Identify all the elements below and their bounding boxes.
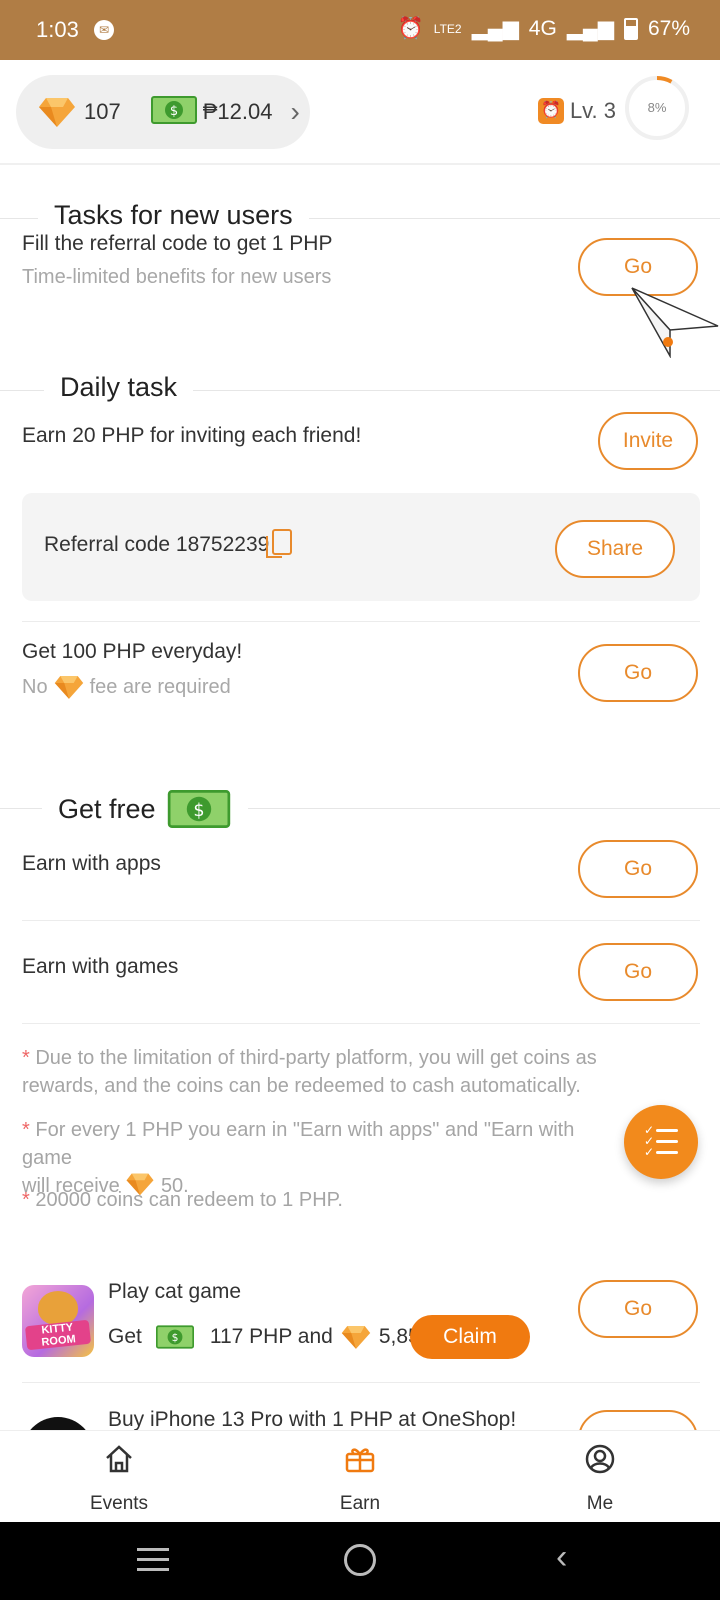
level-badge[interactable]: ⏰ Lv. 3 bbox=[537, 98, 616, 124]
level-progress-ring[interactable]: 8% bbox=[624, 75, 690, 141]
recent-apps-icon[interactable] bbox=[137, 1548, 169, 1578]
home-button-icon[interactable] bbox=[344, 1544, 376, 1576]
nav-events-label: Events bbox=[89, 1493, 149, 1514]
gem-count: 107 bbox=[84, 99, 121, 124]
section-title-new-users: Tasks for new users bbox=[38, 200, 309, 231]
wallet-button[interactable]: 107 $ ₱12.04 › bbox=[16, 75, 310, 149]
checklist-lines bbox=[646, 1129, 678, 1157]
cash-icon: $ bbox=[167, 790, 230, 828]
svg-text:$: $ bbox=[170, 104, 178, 119]
task-list-fab[interactable]: ✓ ✓ ✓ bbox=[624, 1105, 698, 1179]
note-3-text: 20000 coins can redeem to 1 PHP. bbox=[35, 1189, 343, 1211]
earn-apps-go-button[interactable]: Go bbox=[578, 840, 698, 898]
nav-events[interactable]: Events bbox=[29, 1431, 209, 1523]
section-title-free: Get free $ bbox=[42, 790, 248, 828]
note-1-text: Due to the limitation of third-party pla… bbox=[22, 1047, 597, 1097]
everyday-subtitle: No fee are required bbox=[22, 674, 231, 700]
profile-icon bbox=[585, 1444, 615, 1474]
cat-game-php: 117 PHP and bbox=[209, 1325, 333, 1348]
status-bar: 1:03 ✉ ⏰ LTE2 ▂▄▆ 4G ▂▄▆ 67% bbox=[0, 0, 720, 60]
bottom-nav: Events Earn Me bbox=[0, 1430, 720, 1522]
svg-text:$: $ bbox=[171, 1331, 178, 1344]
level-label: Lv. 3 bbox=[569, 98, 616, 123]
home-icon bbox=[106, 1445, 132, 1473]
gem-icon bbox=[54, 675, 83, 699]
cat-game-reward: Get $ 117 PHP and 5,850 bbox=[108, 1324, 431, 1350]
cat-game-app-icon[interactable]: KITTY ROOM bbox=[22, 1285, 94, 1357]
chevron-right-icon: › bbox=[290, 96, 300, 127]
everyday-title: Get 100 PHP everyday! bbox=[22, 640, 243, 663]
back-icon[interactable]: ‹ bbox=[556, 1538, 567, 1577]
nav-earn-label: Earn bbox=[339, 1493, 381, 1514]
nav-earn[interactable]: Earn bbox=[270, 1431, 450, 1523]
gem-icon bbox=[38, 96, 76, 128]
earn-games-go-button[interactable]: Go bbox=[578, 943, 698, 1001]
everyday-sub-pre: No bbox=[22, 675, 48, 698]
note-star: * bbox=[22, 1119, 30, 1141]
cash-amount: ₱12.04 bbox=[202, 99, 273, 124]
row-divider bbox=[22, 621, 700, 622]
cat-game-title: Play cat game bbox=[108, 1280, 242, 1303]
nav-me-label: Me bbox=[586, 1493, 614, 1514]
referral-task-title: Fill the referral code to get 1 PHP bbox=[22, 232, 333, 255]
cat-image bbox=[38, 1291, 78, 1325]
cat-game-go-button[interactable]: Go bbox=[578, 1280, 698, 1338]
claim-button[interactable]: Claim bbox=[410, 1315, 530, 1359]
section-title-daily: Daily task bbox=[44, 372, 194, 403]
oneshop-title: Buy iPhone 13 Pro with 1 PHP at OneShop! bbox=[108, 1408, 517, 1431]
invite-text: Earn 20 PHP for inviting each friend! bbox=[22, 424, 362, 447]
cat-game-logo-text: KITTY ROOM bbox=[24, 1319, 92, 1351]
section-title-free-text: Get free bbox=[58, 793, 156, 824]
invite-button[interactable]: Invite bbox=[598, 412, 698, 470]
everyday-go-button[interactable]: Go bbox=[578, 644, 698, 702]
paper-plane-icon bbox=[631, 287, 719, 358]
gift-icon bbox=[345, 1448, 375, 1473]
cash-icon: $ bbox=[155, 1325, 194, 1349]
nav-me[interactable]: Me bbox=[510, 1431, 690, 1523]
status-icons: ⏰ LTE2 ▂▄▆ 4G ▂▄▆ 67% bbox=[398, 16, 690, 41]
row-divider bbox=[22, 920, 700, 921]
svg-text:$: $ bbox=[193, 801, 204, 821]
note-star: * bbox=[22, 1189, 30, 1211]
alarm-icon: ⏰ bbox=[397, 16, 424, 40]
signal-icon: ▂▄▆ bbox=[471, 17, 519, 40]
note-star: * bbox=[22, 1047, 30, 1069]
cash-icon: $ bbox=[150, 95, 197, 129]
referral-code-label: Referral code 18752239 bbox=[44, 533, 270, 556]
messenger-icon: ✉ bbox=[94, 20, 114, 40]
note-third-party: * Due to the limitation of third-party p… bbox=[22, 1044, 662, 1100]
lte-label: LTE2 bbox=[433, 21, 462, 36]
battery-icon bbox=[623, 17, 638, 40]
signal-icon-2: ▂▄▆ bbox=[566, 17, 614, 40]
everyday-sub-post: fee are required bbox=[89, 675, 231, 698]
gem-icon bbox=[341, 1325, 371, 1349]
battery-label: 67% bbox=[647, 16, 690, 40]
row-divider bbox=[22, 1382, 700, 1383]
note-coins-redeem: * 20000 coins can redeem to 1 PHP. bbox=[22, 1186, 662, 1214]
share-button[interactable]: Share bbox=[555, 520, 675, 578]
app-header: 107 $ ₱12.04 › ⏰ Lv. 3 8% bbox=[0, 60, 720, 165]
system-nav-bar: ‹ bbox=[0, 1522, 720, 1600]
cat-game-get: Get bbox=[108, 1325, 142, 1348]
level-progress-text: 8% bbox=[647, 100, 667, 115]
status-time: 1:03 bbox=[36, 17, 79, 42]
level-icon: ⏰ bbox=[537, 98, 564, 124]
copy-icon[interactable] bbox=[266, 529, 292, 558]
row-divider bbox=[22, 1023, 700, 1024]
referral-task-subtitle: Time-limited benefits for new users bbox=[22, 266, 332, 288]
network-label: 4G bbox=[528, 16, 557, 40]
earn-games-label: Earn with games bbox=[22, 955, 179, 978]
note-2-text: For every 1 PHP you earn in "Earn with a… bbox=[22, 1119, 575, 1169]
earn-apps-label: Earn with apps bbox=[22, 852, 161, 875]
